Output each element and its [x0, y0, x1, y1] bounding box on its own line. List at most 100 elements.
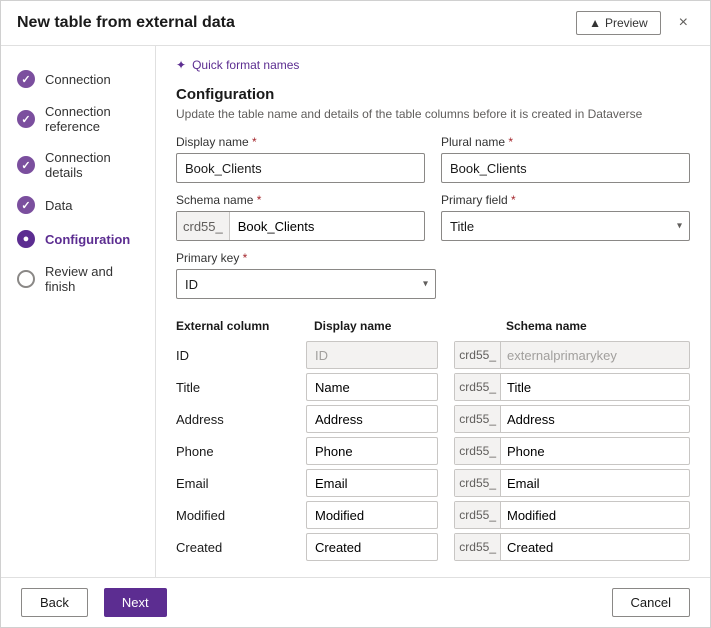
schema-name-label: Schema name: [176, 193, 425, 207]
schema-cell-input[interactable]: [501, 536, 689, 559]
disp-col-val: [306, 373, 446, 401]
primary-key-group: Primary key ID ▾: [176, 251, 436, 299]
schema-col-val: crd55_: [446, 469, 690, 497]
footer-right-actions: Cancel: [612, 588, 690, 617]
table-row: Phone crd55_: [176, 437, 690, 465]
col-header-display: Display name: [306, 315, 498, 337]
schema-col-val: crd55_: [446, 533, 690, 561]
sidebar-item-data[interactable]: ✓ Data: [1, 188, 155, 222]
disp-col-val: [306, 501, 446, 529]
dialog-header: New table from external data ▲ Preview ×: [1, 1, 710, 46]
footer-left-actions: Back Next: [21, 588, 167, 617]
ext-col-val: Created: [176, 537, 306, 558]
plural-name-input[interactable]: [441, 153, 690, 183]
schema-col-val: crd55_: [446, 405, 690, 433]
table-row: Address crd55_: [176, 405, 690, 433]
form-row-schema-primary: Schema name crd55_ Primary field Title ▾: [176, 193, 690, 241]
ext-col-val: Modified: [176, 505, 306, 526]
schema-cell-input[interactable]: [501, 376, 689, 399]
display-name-cell-input[interactable]: [306, 373, 438, 401]
columns-table: External column Display name Schema name…: [176, 315, 690, 561]
plural-name-label: Plural name: [441, 135, 690, 149]
schema-cell-input[interactable]: [501, 408, 689, 431]
disp-col-val: [306, 469, 446, 497]
dialog-title: New table from external data: [17, 14, 235, 32]
sidebar-item-connection-reference[interactable]: ✓ Connection reference: [1, 96, 155, 142]
schema-cell-wrap: crd55_: [454, 501, 690, 529]
schema-cell-wrap: crd55_: [454, 373, 690, 401]
sidebar-item-review-finish[interactable]: Review and finish: [1, 256, 155, 302]
primary-field-select[interactable]: Title: [441, 211, 690, 241]
display-name-cell-input[interactable]: [306, 533, 438, 561]
col-header-external: External column: [176, 315, 306, 337]
display-name-input[interactable]: [176, 153, 425, 183]
cancel-button[interactable]: Cancel: [612, 588, 690, 617]
disp-col-val: [306, 405, 446, 433]
dialog-body: ✓ Connection ✓ Connection reference ✓ Co…: [1, 46, 710, 577]
step-circle-review-finish: [17, 270, 35, 288]
disp-col-val: [306, 533, 446, 561]
disp-col-val: [306, 341, 446, 369]
primary-field-label: Primary field: [441, 193, 690, 207]
schema-cell-wrap: crd55_: [454, 341, 690, 369]
back-button[interactable]: Back: [21, 588, 88, 617]
schema-cell-prefix: crd55_: [455, 534, 501, 560]
schema-cell-wrap: crd55_: [454, 405, 690, 433]
schema-cell-wrap: crd55_: [454, 437, 690, 465]
new-table-dialog: New table from external data ▲ Preview ×…: [0, 0, 711, 628]
preview-icon: ▲: [589, 16, 601, 30]
schema-name-group: Schema name crd55_: [176, 193, 425, 241]
primary-key-select[interactable]: ID: [176, 269, 436, 299]
schema-col-val: crd55_: [446, 341, 690, 369]
primary-field-group: Primary field Title ▾: [441, 193, 690, 241]
plural-name-group: Plural name: [441, 135, 690, 183]
schema-cell-input: [501, 344, 689, 367]
header-actions: ▲ Preview ×: [576, 11, 694, 35]
form-row-primary-key: Primary key ID ▾: [176, 251, 690, 299]
schema-cell-input[interactable]: [501, 504, 689, 527]
schema-cell-input[interactable]: [501, 472, 689, 495]
schema-col-val: crd55_: [446, 501, 690, 529]
display-name-cell-input[interactable]: [306, 501, 438, 529]
table-row: Email crd55_: [176, 469, 690, 497]
step-circle-connection-details: ✓: [17, 156, 35, 174]
preview-button[interactable]: ▲ Preview: [576, 11, 661, 35]
display-name-group: Display name: [176, 135, 425, 183]
step-circle-connection-reference: ✓: [17, 110, 35, 128]
next-button[interactable]: Next: [104, 588, 167, 617]
sidebar-item-connection[interactable]: ✓ Connection: [1, 62, 155, 96]
sidebar-item-configuration[interactable]: ● Configuration: [1, 222, 155, 256]
step-circle-configuration: ●: [17, 230, 35, 248]
close-button[interactable]: ×: [673, 12, 694, 34]
schema-cell-wrap: crd55_: [454, 533, 690, 561]
primary-field-select-wrap: Title ▾: [441, 211, 690, 241]
table-row: Created crd55_: [176, 533, 690, 561]
ext-col-val: ID: [176, 345, 306, 366]
display-name-cell-input: [306, 341, 438, 369]
schema-name-input[interactable]: [230, 214, 424, 239]
ext-col-val: Email: [176, 473, 306, 494]
ext-col-val: Title: [176, 377, 306, 398]
display-name-cell-input[interactable]: [306, 405, 438, 433]
columns-rows: ID crd55_ Title crd55_ Add: [176, 341, 690, 561]
display-name-cell-input[interactable]: [306, 469, 438, 497]
schema-cell-input[interactable]: [501, 440, 689, 463]
section-description: Update the table name and details of the…: [176, 107, 690, 121]
schema-cell-prefix: crd55_: [455, 374, 501, 400]
schema-name-prefix: crd55_: [177, 212, 230, 240]
display-name-label: Display name: [176, 135, 425, 149]
columns-header: External column Display name Schema name: [176, 315, 690, 341]
sidebar-item-connection-details[interactable]: ✓ Connection details: [1, 142, 155, 188]
display-name-cell-input[interactable]: [306, 437, 438, 465]
section-title: Configuration: [176, 86, 690, 103]
step-circle-data: ✓: [17, 196, 35, 214]
table-row: Modified crd55_: [176, 501, 690, 529]
disp-col-val: [306, 437, 446, 465]
col-header-schema: Schema name: [498, 315, 690, 337]
form-row-names: Display name Plural name: [176, 135, 690, 183]
main-content: ✦ Quick format names Configuration Updat…: [156, 46, 710, 577]
sidebar: ✓ Connection ✓ Connection reference ✓ Co…: [1, 46, 156, 577]
quick-format-bar[interactable]: ✦ Quick format names: [176, 58, 690, 72]
schema-col-val: crd55_: [446, 373, 690, 401]
dialog-footer: Back Next Cancel: [1, 577, 710, 627]
